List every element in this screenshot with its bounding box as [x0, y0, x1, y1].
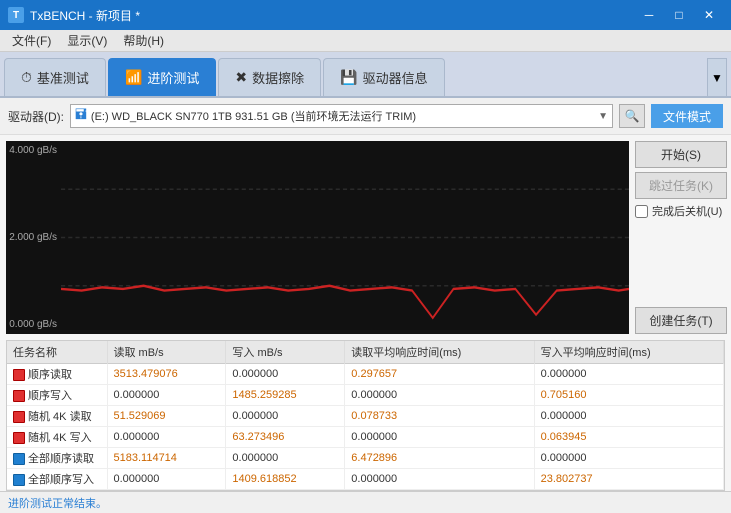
cell-read-avg: 0.000000 — [345, 427, 534, 448]
chart-plot-area — [61, 141, 629, 334]
file-mode-button[interactable]: 文件模式 — [651, 104, 723, 128]
maximize-button[interactable]: □ — [665, 5, 693, 25]
cell-read: 5183.114714 — [107, 448, 226, 469]
app-icon: T — [8, 7, 24, 23]
chart-y-labels: 4.000 gB/s 2.000 gB/s 0.000 gB/s — [6, 141, 61, 334]
table-row: 全部顺序读取 5183.114714 0.000000 6.472896 0.0… — [7, 448, 724, 469]
col-read: 读取 mB/s — [107, 341, 226, 364]
cell-name: 顺序读取 — [7, 364, 107, 385]
drive-bar: 驱动器(D): 🖬 (E:) WD_BLACK SN770 1TB 931.51… — [0, 98, 731, 135]
minimize-button[interactable]: ─ — [635, 5, 663, 25]
cell-write: 0.000000 — [226, 448, 345, 469]
cell-read-avg: 0.297657 — [345, 364, 534, 385]
cell-write: 63.273496 — [226, 427, 345, 448]
col-task-name: 任务名称 — [7, 341, 107, 364]
drive-label: 驱动器(D): — [8, 108, 64, 125]
cell-write: 0.000000 — [226, 406, 345, 427]
drive-text: (E:) WD_BLACK SN770 1TB 931.51 GB (当前环境无… — [91, 108, 594, 124]
col-write: 写入 mB/s — [226, 341, 345, 364]
tab-advanced[interactable]: 📶 进阶测试 — [108, 58, 216, 96]
shutdown-checkbox-row: 完成后关机(U) — [635, 203, 727, 219]
tab-driver-icon: 💾 — [340, 69, 357, 86]
cell-write-avg: 0.063945 — [534, 427, 723, 448]
cell-read: 0.000000 — [107, 385, 226, 406]
chart-section: 4.000 gB/s 2.000 gB/s 0.000 gB/s — [6, 141, 629, 334]
chart-y-label-mid: 2.000 gB/s — [6, 232, 61, 243]
chart-y-label-bottom: 0.000 gB/s — [6, 319, 61, 330]
title-bar-left: T TxBENCH - 新项目 * — [8, 7, 140, 24]
tab-erase-label: 数据擦除 — [252, 68, 304, 87]
chart-container: 4.000 gB/s 2.000 gB/s 0.000 gB/s — [6, 141, 629, 334]
cell-read: 3513.479076 — [107, 364, 226, 385]
start-button[interactable]: 开始(S) — [635, 141, 727, 168]
tab-erase[interactable]: ✖ 数据擦除 — [218, 58, 321, 96]
tab-advanced-label: 进阶测试 — [147, 68, 199, 87]
cell-read-avg: 0.078733 — [345, 406, 534, 427]
shutdown-label: 完成后关机(U) — [652, 203, 722, 219]
app-title: TxBENCH - 新项目 * — [30, 7, 140, 24]
cell-name: 随机 4K 写入 — [7, 427, 107, 448]
col-write-avg: 写入平均响应时间(ms) — [534, 341, 723, 364]
menu-file[interactable]: 文件(F) — [4, 30, 59, 51]
cell-write-avg: 0.000000 — [534, 406, 723, 427]
cell-read: 0.000000 — [107, 427, 226, 448]
create-task-button[interactable]: 创建任务(T) — [635, 307, 727, 334]
content-area: 4.000 gB/s 2.000 gB/s 0.000 gB/s — [0, 135, 731, 340]
tab-dropdown-button[interactable]: ▼ — [707, 58, 727, 96]
cell-name: 顺序写入 — [7, 385, 107, 406]
tab-driver-label: 驱动器信息 — [363, 68, 428, 87]
cell-write-avg: 0.000000 — [534, 448, 723, 469]
col-read-avg: 读取平均响应时间(ms) — [345, 341, 534, 364]
tab-erase-icon: ✖ — [235, 69, 247, 86]
status-text: 进阶测试正常结束。 — [8, 495, 107, 511]
cell-write-avg: 0.705160 — [534, 385, 723, 406]
tab-driver[interactable]: 💾 驱动器信息 — [323, 58, 444, 96]
menu-bar: 文件(F) 显示(V) 帮助(H) — [0, 30, 731, 52]
table-row: 随机 4K 写入 0.000000 63.273496 0.000000 0.0… — [7, 427, 724, 448]
skip-task-button[interactable]: 跳过任务(K) — [635, 172, 727, 199]
cell-read: 51.529069 — [107, 406, 226, 427]
chart-y-label-top: 4.000 gB/s — [6, 145, 61, 156]
table-row: 随机 4K 读取 51.529069 0.000000 0.078733 0.0… — [7, 406, 724, 427]
cell-read-avg: 6.472896 — [345, 448, 534, 469]
drive-search-button[interactable]: 🔍 — [619, 104, 645, 128]
table-row: 顺序读取 3513.479076 0.000000 0.297657 0.000… — [7, 364, 724, 385]
tab-basic[interactable]: ⏱ 基准测试 — [4, 58, 106, 96]
shutdown-checkbox[interactable] — [635, 205, 648, 218]
cell-read-avg: 0.000000 — [345, 469, 534, 490]
dropdown-arrow-icon: ▼ — [598, 111, 608, 122]
results-table: 任务名称 读取 mB/s 写入 mB/s 读取平均响应时间(ms) 写入平均响应… — [7, 341, 724, 490]
cell-write: 1485.259285 — [226, 385, 345, 406]
cell-write: 1409.618852 — [226, 469, 345, 490]
close-button[interactable]: ✕ — [695, 5, 723, 25]
menu-help[interactable]: 帮助(H) — [115, 30, 172, 51]
table-row: 全部顺序写入 0.000000 1409.618852 0.000000 23.… — [7, 469, 724, 490]
title-bar: T TxBENCH - 新项目 * ─ □ ✕ — [0, 0, 731, 30]
cell-read: 0.000000 — [107, 469, 226, 490]
chart-svg — [61, 141, 629, 334]
table-row: 顺序写入 0.000000 1485.259285 0.000000 0.705… — [7, 385, 724, 406]
cell-read-avg: 0.000000 — [345, 385, 534, 406]
window-controls: ─ □ ✕ — [635, 5, 723, 25]
status-bar: 进阶测试正常结束。 — [0, 491, 731, 513]
cell-name: 随机 4K 读取 — [7, 406, 107, 427]
tab-basic-label: 基准测试 — [37, 68, 89, 87]
right-panel: 开始(S) 跳过任务(K) 完成后关机(U) 创建任务(T) — [631, 135, 731, 340]
cell-name: 全部顺序写入 — [7, 469, 107, 490]
cell-name: 全部顺序读取 — [7, 448, 107, 469]
cell-write-avg: 0.000000 — [534, 364, 723, 385]
cell-write-avg: 23.802737 — [534, 469, 723, 490]
table-section: 任务名称 读取 mB/s 写入 mB/s 读取平均响应时间(ms) 写入平均响应… — [6, 340, 725, 491]
disk-icon: 🖬 — [75, 104, 87, 128]
tab-bar: ⏱ 基准测试 📶 进阶测试 ✖ 数据擦除 💾 驱动器信息 ▼ — [0, 52, 731, 98]
drive-selector[interactable]: 🖬 (E:) WD_BLACK SN770 1TB 931.51 GB (当前环… — [70, 104, 613, 128]
main-content: 驱动器(D): 🖬 (E:) WD_BLACK SN770 1TB 931.51… — [0, 98, 731, 513]
tab-basic-icon: ⏱ — [21, 69, 32, 86]
tab-advanced-icon: 📶 — [125, 69, 142, 86]
menu-view[interactable]: 显示(V) — [59, 30, 115, 51]
table-header-row: 任务名称 读取 mB/s 写入 mB/s 读取平均响应时间(ms) 写入平均响应… — [7, 341, 724, 364]
cell-write: 0.000000 — [226, 364, 345, 385]
